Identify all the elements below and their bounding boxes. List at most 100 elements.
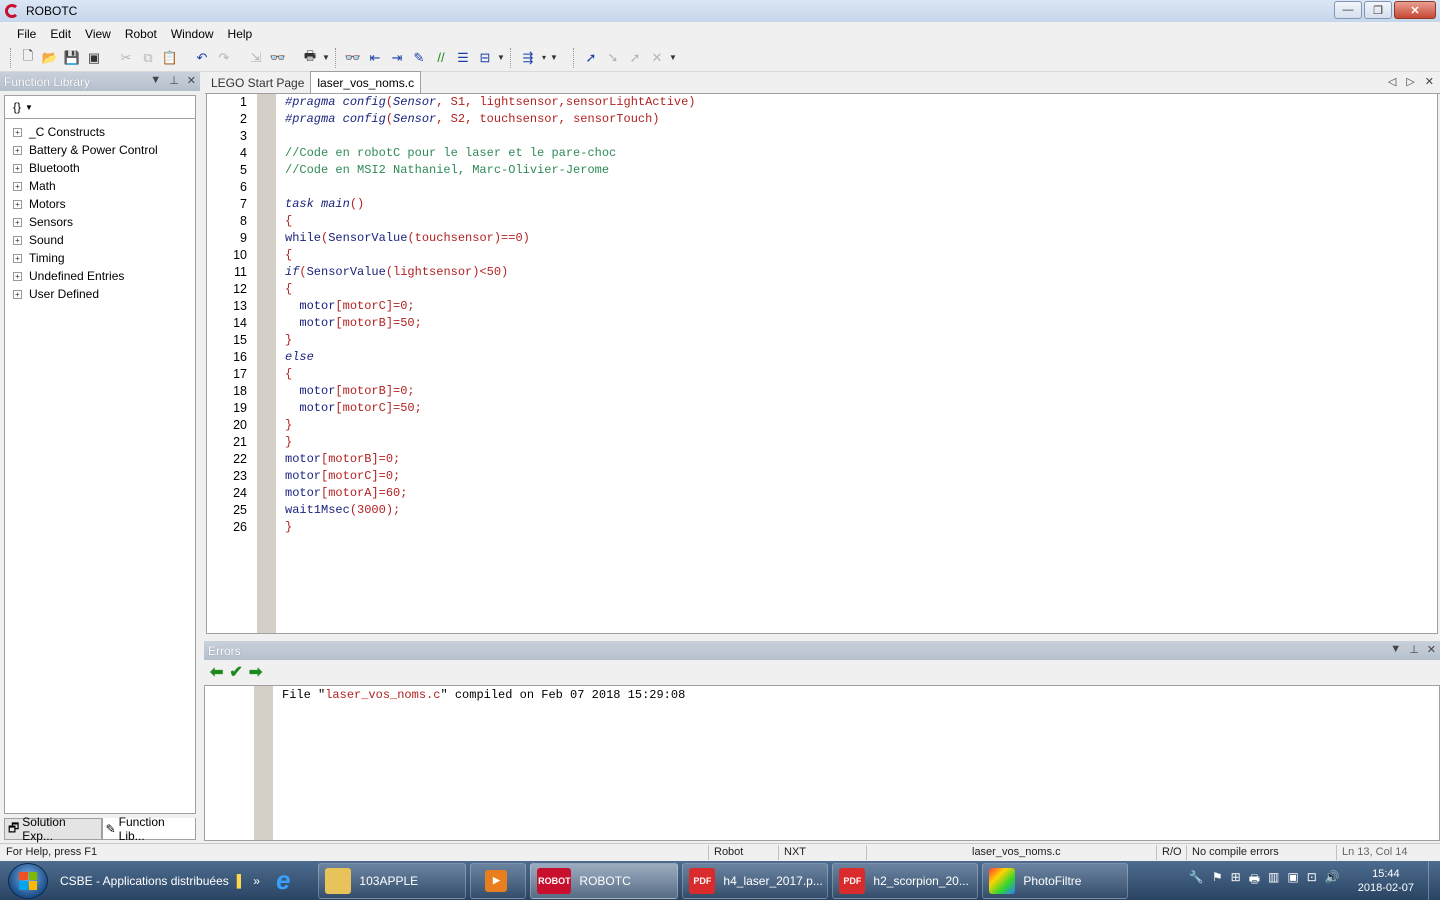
clock[interactable]: 15:44 2018-02-07 — [1358, 867, 1414, 895]
toolbar-grip[interactable] — [10, 47, 13, 68]
compile-icon[interactable]: ⇶ — [517, 47, 539, 69]
step-out-icon[interactable]: ➚ — [624, 47, 646, 69]
tree-item[interactable]: + Battery & Power Control — [5, 141, 195, 159]
taskbar-h2-scorpion-pdf[interactable]: PDF h2_scorpion_20... — [832, 862, 979, 899]
compile-more-icon[interactable]: ▼ — [549, 47, 559, 69]
tree-item[interactable]: + _C Constructs — [5, 123, 195, 141]
code-line[interactable]: } — [285, 434, 1435, 451]
code-line[interactable]: } — [285, 417, 1435, 434]
menu-window[interactable]: Window — [164, 25, 221, 43]
tab-next-icon[interactable]: ▷ — [1406, 75, 1414, 88]
taskbar-media-player[interactable]: ▶ — [470, 862, 527, 899]
tree-item[interactable]: + Undefined Entries — [5, 267, 195, 285]
previous-error-icon[interactable]: ⬅ — [210, 662, 223, 682]
expand-icon[interactable]: + — [13, 199, 22, 209]
menu-view[interactable]: View — [78, 25, 118, 43]
update-icon[interactable]: ⊞ — [1231, 870, 1241, 891]
code-line[interactable]: //Code en MSI2 Nathaniel, Marc-Olivier-J… — [285, 162, 1435, 179]
print-icon[interactable]: 🖶 — [299, 47, 321, 69]
start-button[interactable] — [8, 862, 48, 899]
tree-item[interactable]: + Math — [5, 177, 195, 195]
tab-close-icon[interactable]: ✕ — [1425, 75, 1434, 88]
stop-debug-icon[interactable]: ✕ — [646, 47, 668, 69]
menu-edit[interactable]: Edit — [43, 25, 78, 43]
expand-icon[interactable]: + — [13, 235, 22, 245]
undo-icon[interactable]: ↶ — [191, 47, 213, 69]
bookmark-icon[interactable]: ⊟ — [474, 47, 496, 69]
robotc-app-icon[interactable] — [4, 3, 20, 19]
expand-icon[interactable]: + — [13, 289, 22, 299]
save-icon[interactable]: 💾 — [61, 47, 83, 69]
device-icon[interactable]: ⊡ — [1307, 870, 1317, 891]
taskbar-h4-laser-pdf[interactable]: PDF h4_laser_2017.p... — [682, 862, 829, 899]
printer-icon[interactable]: 🖶 — [1249, 870, 1260, 891]
redo-icon[interactable]: ↷ — [213, 47, 235, 69]
code-line[interactable]: { — [285, 213, 1435, 230]
speaker-icon[interactable]: 🔊 — [1325, 870, 1340, 891]
code-line[interactable]: while(SensorValue(touchsensor)==0) — [285, 230, 1435, 247]
edit-dropdown-icon[interactable]: ▼ — [496, 47, 506, 69]
code-line[interactable]: { — [285, 366, 1435, 383]
code-line[interactable] — [285, 179, 1435, 196]
checkmark-icon[interactable]: ✔ — [229, 662, 242, 682]
braces-icon[interactable]: {} — [13, 100, 21, 114]
paste-icon[interactable]: 📋 — [159, 47, 181, 69]
tool-icon[interactable]: 🔧 — [1189, 870, 1204, 891]
format-icon[interactable]: ☰ — [452, 47, 474, 69]
monitor-icon[interactable]: ▣ — [1287, 870, 1298, 891]
tree-item[interactable]: + Timing — [5, 249, 195, 267]
tab-function-library[interactable]: ✎ Function Lib... — [101, 815, 196, 843]
menu-robot[interactable]: Robot — [118, 25, 164, 43]
panel-dropdown-icon[interactable]: ▼ — [150, 74, 161, 87]
tab-prev-icon[interactable]: ◁ — [1388, 75, 1396, 88]
new-file-icon[interactable]: 🗋 — [17, 47, 39, 69]
code-line[interactable]: motor[motorA]=60; — [285, 485, 1435, 502]
code-line[interactable]: wait1Msec(3000); — [285, 502, 1435, 519]
editor-gutter[interactable] — [257, 94, 276, 633]
menu-help[interactable]: Help — [221, 25, 260, 43]
taskbar-photofiltre[interactable]: PhotoFiltre — [982, 862, 1129, 899]
expand-icon[interactable]: + — [13, 145, 22, 155]
tree-item[interactable]: + Bluetooth — [5, 159, 195, 177]
panel-dropdown-icon[interactable]: ▼ — [1390, 643, 1401, 656]
expand-icon[interactable]: + — [13, 253, 22, 263]
internet-explorer-icon[interactable]: e — [276, 865, 290, 896]
code-area[interactable]: #pragma config(Sensor, S1, lightsensor,s… — [285, 94, 1435, 536]
tab-laser-vos-noms[interactable]: laser_vos_noms.c — [310, 71, 422, 93]
expand-icon[interactable]: + — [13, 127, 22, 137]
open-folder-icon[interactable]: 📂 — [39, 47, 61, 69]
menu-file[interactable]: File — [10, 25, 43, 43]
tree-item[interactable]: + Sensors — [5, 213, 195, 231]
code-line[interactable]: motor[motorC]=0; — [285, 468, 1435, 485]
cut-icon[interactable]: ✂ — [115, 47, 137, 69]
expand-icon[interactable]: + — [13, 217, 22, 227]
step-into-icon[interactable]: ➚ — [580, 47, 602, 69]
code-line[interactable]: motor[motorB]=0; — [285, 383, 1435, 400]
indent-left-icon[interactable]: ⇤ — [364, 47, 386, 69]
print-dropdown-icon[interactable]: ▼ — [321, 47, 331, 69]
save-all-icon[interactable]: ▣ — [83, 47, 105, 69]
expand-icon[interactable]: + — [13, 271, 22, 281]
code-editor[interactable]: 1 2 3 4 5 6 7 8 9 10 11 12 13 14 15 16 17 18 19 20 21 22 23 24 2… — [206, 94, 1438, 634]
expand-icon[interactable]: + — [13, 181, 22, 191]
code-line[interactable]: //Code en robotC pour le laser et le par… — [285, 145, 1435, 162]
code-line[interactable]: #pragma config(Sensor, S2, touchsensor, … — [285, 111, 1435, 128]
overflow-chevron-icon[interactable]: » — [253, 874, 260, 888]
code-line[interactable]: if(SensorValue(lightsensor)<50) — [285, 264, 1435, 281]
quick-launch-label[interactable]: CSBE - Applications distribuées — [60, 874, 229, 888]
indent-right-icon[interactable]: ⇥ — [386, 47, 408, 69]
step-over-icon[interactable]: ➘ — [602, 47, 624, 69]
tree-item[interactable]: + Motors — [5, 195, 195, 213]
pin-icon[interactable]: ⊥ — [1409, 643, 1419, 656]
flag-icon[interactable]: ⚑ — [1212, 870, 1223, 891]
chevron-down-icon[interactable]: ▼ — [25, 103, 33, 112]
tab-solution-explorer[interactable]: 🗗 Solution Exp... — [4, 815, 102, 843]
show-desktop-button[interactable] — [1428, 861, 1440, 900]
tab-lego-start-page[interactable]: LEGO Start Page — [205, 73, 310, 93]
uncomment-icon[interactable]: // — [430, 47, 452, 69]
code-line[interactable]: motor[motorB]=50; — [285, 315, 1435, 332]
tree-item[interactable]: + Sound — [5, 231, 195, 249]
code-line[interactable]: { — [285, 281, 1435, 298]
panel-close-icon[interactable]: ✕ — [187, 74, 196, 87]
compile-dropdown-icon[interactable]: ▾ — [539, 47, 549, 69]
